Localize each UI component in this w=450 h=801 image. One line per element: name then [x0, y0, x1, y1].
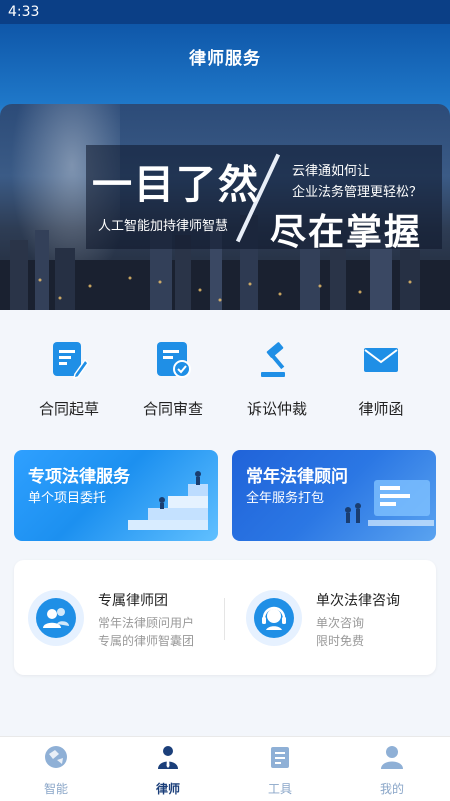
tab-label: 我的: [379, 782, 404, 796]
team-icon: [43, 608, 69, 628]
service-desc: 限时免费: [316, 634, 365, 648]
page-title: 律师服务: [189, 49, 261, 69]
banner-tagline-left: 人工智能加持律师智慧: [98, 219, 229, 234]
feature-lawyer-letter[interactable]: 律师函: [336, 340, 426, 419]
feature-label: 诉讼仲裁: [246, 400, 307, 418]
document-check-icon: [157, 342, 191, 378]
feature-contract-review[interactable]: 合同审查: [128, 340, 218, 419]
tab-label: 律师: [155, 782, 180, 796]
feature-contract-draft[interactable]: 合同起草: [24, 340, 114, 419]
service-desc: 单次咨询: [316, 616, 365, 630]
status-time: 4:33: [8, 4, 40, 20]
card-subtitle: 全年服务打包: [246, 491, 325, 506]
banner-question-line1: 云律通如何让: [292, 164, 371, 179]
book-icon: [271, 747, 289, 768]
status-bar: 4:33: [0, 0, 450, 24]
service-title: 专属律师团: [98, 593, 168, 609]
banner-question-line2: 企业法务管理更轻松？: [292, 185, 423, 200]
lawyer-icon: [158, 746, 178, 769]
globe-icon: [45, 746, 67, 768]
banner-headline-right: 尽在掌握: [270, 212, 423, 253]
tab-tools[interactable]: 工具: [240, 744, 320, 797]
dashboard-illustration-icon: [345, 480, 434, 526]
banner-headline-left: 一目了然: [92, 162, 260, 208]
card-title: 专项法律服务: [28, 467, 130, 487]
tab-smart[interactable]: 智能: [16, 744, 96, 797]
services-divider: [224, 598, 225, 640]
card-title: 常年法律顾问: [246, 467, 348, 487]
service-desc: 专属的律师智囊团: [98, 634, 195, 648]
feature-label: 合同起草: [38, 400, 99, 418]
annual-legal-advisor-card[interactable]: 常年法律顾问 全年服务打包: [232, 450, 436, 541]
card-subtitle: 单个项目委托: [28, 491, 107, 506]
headset-icon: [262, 606, 286, 630]
service-title: 单次法律咨询: [316, 593, 400, 609]
stairs-illustration-icon: [128, 471, 208, 530]
tab-label: 工具: [267, 782, 292, 796]
feature-label: 合同审查: [142, 400, 203, 418]
service-desc: 常年法律顾问用户: [98, 616, 195, 630]
envelope-icon: [364, 348, 398, 372]
feature-label: 律师函: [358, 400, 404, 418]
gavel-icon: [261, 342, 285, 377]
user-icon: [381, 746, 403, 769]
special-legal-service-card[interactable]: 专项法律服务 单个项目委托: [14, 450, 218, 541]
tab-label: 智能: [43, 782, 68, 796]
feature-litigation[interactable]: 诉讼仲裁: [232, 340, 322, 419]
tab-mine[interactable]: 我的: [352, 744, 432, 797]
tab-lawyer[interactable]: 律师: [128, 744, 208, 797]
document-edit-icon: [53, 342, 89, 380]
